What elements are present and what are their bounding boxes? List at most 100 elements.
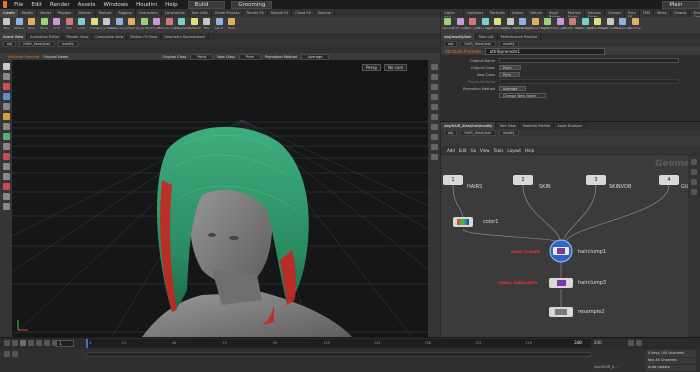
step-back-icon[interactable]: [12, 340, 18, 346]
menu-view[interactable]: View: [480, 148, 490, 153]
path-modify[interactable]: modify: [498, 129, 519, 136]
guides-icon[interactable]: [430, 134, 438, 140]
pieces-attribute-field[interactable]: [499, 79, 679, 84]
shelf-tab[interactable]: Oceans: [605, 9, 625, 17]
path-hair[interactable]: HAIR_Xtest/hair: [19, 40, 55, 47]
shelf-tab[interactable]: Deform: [76, 9, 96, 17]
shelf-tool[interactable]: Grid: [51, 18, 62, 32]
shelf-tab[interactable]: Create: [0, 9, 19, 17]
shelf-tool[interactable]: Null: [64, 18, 75, 32]
original-class-select[interactable]: Point: [190, 53, 214, 60]
play-reverse-icon[interactable]: [20, 340, 26, 346]
camera-menu[interactable]: No cam: [384, 64, 408, 71]
shelf-tab[interactable]: Collisions: [464, 9, 488, 17]
input-node-2[interactable]: 2: [513, 175, 533, 185]
shelf-tab[interactable]: Wires: [654, 9, 671, 17]
shelf-tab[interactable]: Drive Simulation: [690, 9, 700, 19]
tab-geometry-spreadsheet[interactable]: Geometry Spreadsheet: [161, 33, 209, 40]
camera-tool-icon[interactable]: [2, 193, 10, 200]
record-icon[interactable]: [2, 183, 10, 190]
magnet-tool-icon[interactable]: [2, 153, 10, 160]
tab-animation-editor[interactable]: Animation Editor: [27, 33, 64, 40]
timeline[interactable]: 1 1 24 48 72 96 120 144 168 192 216 240 240 240: [0, 337, 700, 349]
new-class-select[interactable]: Prim: [239, 53, 261, 60]
shelf-tool[interactable]: Box: [1, 18, 12, 32]
shelf-tab[interactable]: Constraints: [162, 9, 189, 17]
tab-network-view[interactable]: /obj/HAIR_Xtest/hair/modify: [441, 122, 497, 129]
original-name-field[interactable]: [499, 58, 679, 63]
shelf-tool[interactable]: Point Light: [452, 18, 468, 32]
visibility-icon[interactable]: [430, 144, 438, 150]
shelf-tab[interactable]: Crowds: [671, 9, 691, 17]
menu-edit[interactable]: Edit: [27, 2, 46, 8]
shelf-tab[interactable]: Grains: [509, 9, 528, 17]
menu-layout[interactable]: Layout: [507, 148, 521, 153]
path-modify[interactable]: modify: [57, 40, 78, 47]
shelf-tab[interactable]: Rigid Bodies: [546, 9, 565, 19]
snap-tool-icon[interactable]: [2, 133, 10, 140]
shelf-tab[interactable]: Viscous Fluids: [585, 9, 605, 19]
shelf-tool[interactable]: Sphere: [14, 18, 25, 32]
background-icon[interactable]: [430, 124, 438, 130]
rotate-tool-icon[interactable]: [2, 83, 10, 90]
menu-help[interactable]: Help: [525, 148, 534, 153]
path-hair[interactable]: HAIR_Xtest/hair: [460, 129, 496, 136]
promotion-method-dropdown[interactable]: Average: [499, 86, 527, 91]
desktop-main-select[interactable]: Main: [662, 0, 700, 9]
shelf-tool[interactable]: Switcher: [629, 18, 642, 32]
shelf-tab[interactable]: Guide Process: [212, 9, 244, 17]
range-slider[interactable]: [86, 352, 591, 357]
tab-material-palette[interactable]: Material Palette: [520, 122, 555, 129]
shading-icon[interactable]: [430, 84, 438, 90]
desktop-build-select[interactable]: Build: [187, 0, 226, 9]
range-start-icon[interactable]: [4, 351, 10, 357]
shelf-tool[interactable]: Torus: [39, 18, 50, 32]
input-node-1[interactable]: 1: [443, 175, 463, 185]
tab-asset-browser[interactable]: Asset Browser: [554, 122, 587, 129]
tab-parameters[interactable]: /obj/modify/hair: [441, 33, 476, 40]
tab-take-list[interactable]: Take List: [476, 33, 498, 40]
menu-render[interactable]: Render: [46, 2, 74, 8]
shelf-tool[interactable]: Line: [76, 18, 87, 32]
shelf-tab[interactable]: Particles: [487, 9, 509, 17]
shelf-tool[interactable]: Helix: [226, 18, 237, 32]
lighting-icon[interactable]: [430, 74, 438, 80]
shelf-tool[interactable]: L-System: [175, 18, 188, 32]
view-tool-icon[interactable]: [2, 123, 10, 130]
network-editor[interactable]: Geometry 1 HAIRS 2 SKIN 3 SKINVDB 4 GUID…: [441, 155, 700, 337]
new-class-dropdown[interactable]: Prim: [499, 72, 520, 77]
viewport-canvas[interactable]: [12, 60, 428, 337]
original-class-dropdown[interactable]: Point: [499, 65, 521, 70]
shelf-tool[interactable]: Tube: [26, 18, 37, 32]
shelf-tab[interactable]: Lights and Cameras: [441, 9, 464, 23]
wireframe-icon[interactable]: [430, 94, 438, 100]
menu-add[interactable]: Add: [447, 148, 455, 153]
path-obj[interactable]: obj: [444, 129, 458, 136]
menu-help[interactable]: Help: [161, 2, 182, 8]
tab-render-view[interactable]: Render View: [63, 33, 93, 40]
shelf-tab[interactable]: Model: [37, 9, 55, 17]
sop-node-color1[interactable]: [453, 217, 473, 227]
go-to-start-icon[interactable]: [4, 340, 10, 346]
shelf-tab[interactable]: Simple FX: [268, 9, 293, 17]
shelf-tab[interactable]: Modify: [19, 9, 38, 17]
shelf-tab[interactable]: Volume: [315, 9, 335, 17]
shelf-tool[interactable]: Sky Light: [541, 18, 554, 32]
sop-node-resample2[interactable]: [549, 307, 573, 317]
shelf-tool[interactable]: Draw Curve: [110, 18, 128, 32]
shelf-tool[interactable]: Metaball: [188, 18, 200, 32]
shelf-tool[interactable]: Platonic Solids: [158, 18, 180, 32]
shelf-tool[interactable]: VR Camera: [614, 18, 631, 32]
shelf-tab[interactable]: Cloud FX: [292, 9, 315, 17]
shelf-tab[interactable]: Hair Utils: [189, 9, 212, 17]
scale-tool-icon[interactable]: [2, 93, 10, 100]
grid-icon[interactable]: [691, 169, 697, 175]
shelf-tab[interactable]: Rigging: [115, 9, 136, 17]
normals-icon[interactable]: [430, 114, 438, 120]
selection-mode-icon[interactable]: [2, 163, 10, 170]
shelf-tool[interactable]: Spiral: [214, 18, 225, 32]
render-region-icon[interactable]: [2, 203, 10, 210]
key-all-channels-button[interactable]: Key All Channels: [646, 358, 696, 364]
key-options-icon[interactable]: [636, 340, 642, 346]
key-icon[interactable]: [628, 340, 634, 346]
